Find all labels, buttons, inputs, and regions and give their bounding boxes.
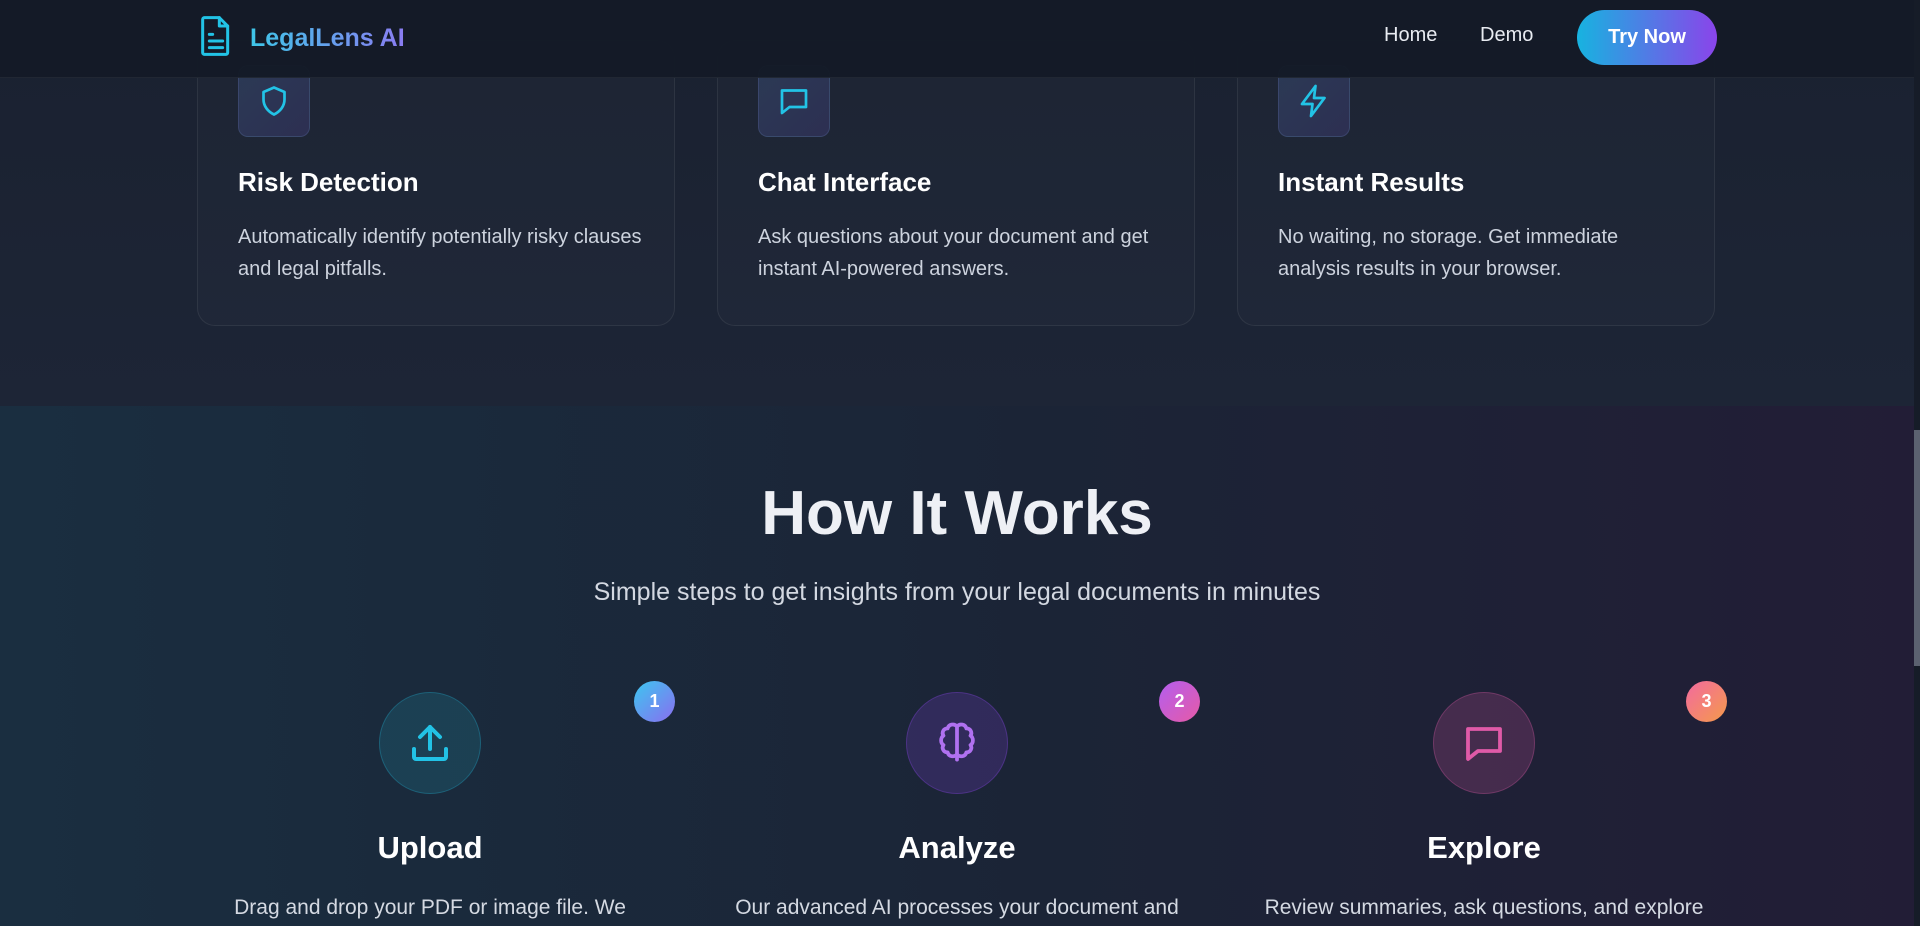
brand-name: LegalLens AI bbox=[250, 24, 405, 52]
feature-card-instant-results: Instant Results No waiting, no storage. … bbox=[1237, 40, 1715, 326]
brand-logo-link[interactable]: LegalLens AI bbox=[196, 14, 405, 63]
feature-title: Chat Interface bbox=[758, 167, 932, 197]
brain-icon bbox=[906, 692, 1008, 794]
nav-link-home[interactable]: Home bbox=[1384, 24, 1437, 47]
feature-description: Automatically identify potentially risky… bbox=[238, 226, 642, 280]
step-title: Upload bbox=[377, 830, 483, 865]
step-title: Analyze bbox=[898, 830, 1016, 865]
chat-icon bbox=[1433, 692, 1535, 794]
nav-link-demo[interactable]: Demo bbox=[1480, 24, 1533, 47]
step-description: Our advanced AI processes your document … bbox=[735, 896, 1179, 919]
upload-icon bbox=[379, 692, 481, 794]
step-description: Drag and drop your PDF or image file. We bbox=[234, 896, 626, 919]
document-icon bbox=[196, 14, 236, 63]
step-number-badge: 2 bbox=[1159, 681, 1200, 722]
feature-card-risk-detection: Risk Detection Automatically identify po… bbox=[197, 40, 675, 326]
try-now-button[interactable]: Try Now bbox=[1577, 10, 1717, 65]
feature-description: No waiting, no storage. Get immediate an… bbox=[1278, 226, 1619, 280]
feature-card-chat-interface: Chat Interface Ask questions about your … bbox=[717, 40, 1195, 326]
feature-title: Risk Detection bbox=[238, 167, 419, 197]
step-description: Review summaries, ask questions, and exp… bbox=[1264, 896, 1704, 919]
how-it-works-section: How It Works Simple steps to get insight… bbox=[0, 406, 1920, 926]
step-number-badge: 1 bbox=[634, 681, 675, 722]
section-title: How It Works bbox=[761, 479, 1153, 548]
section-subtitle: Simple steps to get insights from your l… bbox=[593, 578, 1321, 606]
step-title: Explore bbox=[1427, 830, 1541, 865]
feature-description: Ask questions about your document and ge… bbox=[758, 226, 1149, 280]
feature-title: Instant Results bbox=[1278, 167, 1465, 197]
top-navbar: LegalLens AI Home Demo Try Now bbox=[0, 0, 1920, 78]
scrollbar-thumb[interactable] bbox=[1914, 430, 1920, 666]
step-number-badge: 3 bbox=[1686, 681, 1727, 722]
